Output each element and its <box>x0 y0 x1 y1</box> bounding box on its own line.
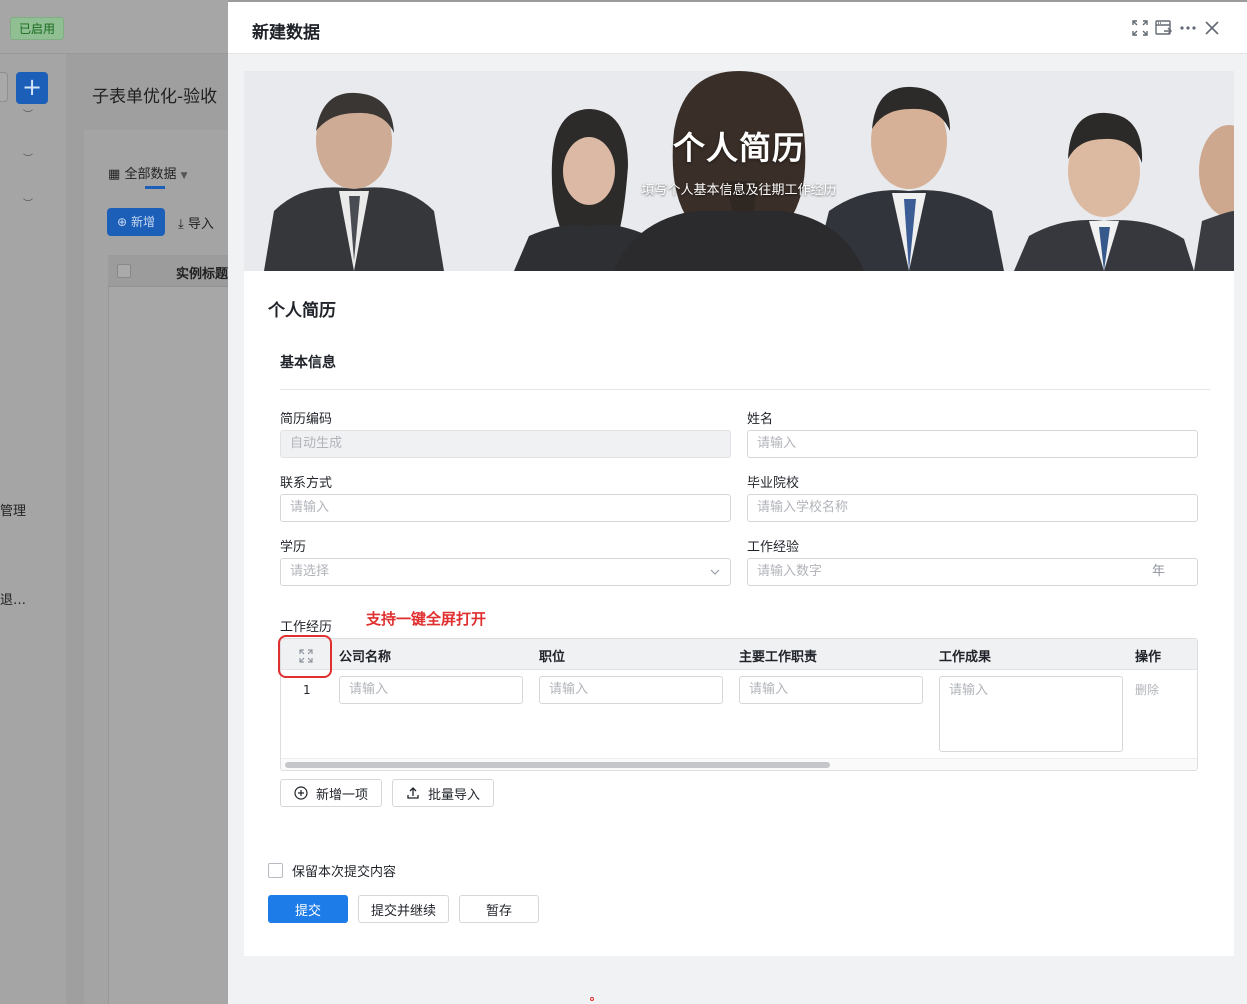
banner-subtitle: 填写个人基本信息及往期工作经历 <box>641 183 837 198</box>
background-table <box>108 255 228 1004</box>
column-header: 操作 <box>1135 650 1162 665</box>
more-icon[interactable] <box>1178 18 1198 38</box>
plus-circle-icon <box>294 786 308 800</box>
background-left-rail <box>0 54 66 1004</box>
name-input[interactable]: 请输入 <box>747 430 1198 458</box>
delete-row-link[interactable]: 删除 <box>1135 681 1159 698</box>
horizontal-scrollbar[interactable] <box>281 758 1197 770</box>
plus-circle-icon: ⊕ <box>117 215 128 229</box>
resume-code-label: 简历编码 <box>280 412 333 427</box>
school-input[interactable]: 请输入学校名称 <box>747 494 1198 522</box>
school-label: 毕业院校 <box>747 476 800 491</box>
banner-title: 个人简历 <box>672 129 805 167</box>
position-input[interactable]: 请输入 <box>539 676 723 704</box>
row-number: 1 <box>303 683 311 697</box>
column-header: 主要工作职责 <box>739 650 818 665</box>
section-title: 基本信息 <box>280 355 336 371</box>
experience-placeholder: 请输入数字 <box>757 564 823 579</box>
keep-content-label: 保留本次提交内容 <box>292 865 397 880</box>
experience-label: 工作经验 <box>747 540 800 555</box>
add-item-label: 新增一项 <box>315 787 368 803</box>
form-title: 个人简历 <box>268 301 336 321</box>
achievements-textarea[interactable]: 请输入 <box>939 676 1123 752</box>
upload-icon <box>407 787 419 799</box>
tab-underline <box>145 186 165 189</box>
new-button: ⊕ 新增 <box>107 208 165 236</box>
side-item-label: 管理 <box>0 504 27 519</box>
submit-continue-button[interactable]: 提交并继续 <box>358 895 449 923</box>
company-name-input[interactable]: 请输入 <box>339 676 523 704</box>
education-placeholder: 请选择 <box>290 564 330 579</box>
eye-closed-icon: ︶ <box>23 110 33 121</box>
new-button-label: 新增 <box>130 215 155 229</box>
contact-input[interactable]: 请输入 <box>280 494 731 522</box>
status-badge: 已启用 <box>10 17 65 40</box>
section-divider <box>280 389 1210 390</box>
education-select[interactable]: 请选择 <box>280 558 731 586</box>
fullscreen-note: 支持一键全屏打开 <box>366 610 487 628</box>
banner-photo <box>244 71 1234 271</box>
tab-all-data: ▦ 全部数据 ▼ <box>108 163 188 182</box>
cursor-marker <box>590 997 594 1001</box>
drawer-header: 新建数据 <box>228 2 1247 54</box>
banner: 个人简历 填写个人基本信息及往期工作经历 <box>244 71 1234 271</box>
eye-closed-icon: ︶ <box>23 199 33 210</box>
new-window-icon[interactable] <box>1154 18 1174 38</box>
work-history-label: 工作经历 <box>280 620 333 635</box>
import-button: ⤓ 导入 <box>178 213 214 232</box>
import-button-label: 导入 <box>187 217 214 232</box>
side-item-label: 退… <box>0 593 27 608</box>
new-data-drawer: 新建数据 个人简历 填写个人基本信息及往期工作经历 个人简历 基本信息 简历编码… <box>228 2 1247 1004</box>
name-label: 姓名 <box>747 412 774 427</box>
experience-unit: 年 <box>1151 564 1165 579</box>
caret-down-icon: ▼ <box>180 171 188 181</box>
close-icon[interactable] <box>1202 18 1222 38</box>
table-header-row: 公司名称 职位 主要工作职责 工作成果 操作 <box>281 639 1197 670</box>
background-app: 已启用 + ︶ ︶ ︶ 管理 退… 子表单优化-验收 ▦ 全部数据 ▼ ⊕ 新增… <box>0 0 228 1004</box>
save-draft-button[interactable]: 暂存 <box>459 895 539 923</box>
grid-icon: ▦ <box>108 167 121 182</box>
work-history-table: 公司名称 职位 主要工作职责 工作成果 操作 1 请输入 请输入 请输入 请输入… <box>280 638 1198 771</box>
page-title: 子表单优化-验收 <box>92 87 218 107</box>
eye-closed-icon: ︶ <box>23 154 33 165</box>
column-header: 职位 <box>539 650 566 665</box>
add-item-button[interactable]: 新增一项 <box>280 779 382 807</box>
column-header: 工作成果 <box>939 650 992 665</box>
drawer-title: 新建数据 <box>252 23 320 43</box>
submit-button[interactable]: 提交 <box>268 895 348 923</box>
background-box <box>0 72 8 102</box>
table-header: 实例标题 <box>176 267 228 282</box>
column-header: 公司名称 <box>339 650 392 665</box>
fullscreen-icon[interactable] <box>1130 18 1150 38</box>
contact-label: 联系方式 <box>280 476 333 491</box>
download-icon: ⤓ <box>178 217 184 232</box>
checkbox <box>117 264 131 278</box>
form-card: 个人简历 填写个人基本信息及往期工作经历 个人简历 基本信息 简历编码 自动生成… <box>244 71 1234 956</box>
tab-label: 全部数据 <box>124 167 177 182</box>
experience-input[interactable]: 请输入数字 年 <box>747 558 1198 586</box>
chevron-down-icon <box>710 569 720 575</box>
batch-import-label: 批量导入 <box>427 787 480 803</box>
add-icon: + <box>16 72 48 104</box>
duties-input[interactable]: 请输入 <box>739 676 923 704</box>
keep-content-checkbox[interactable] <box>268 863 283 878</box>
resume-code-input: 自动生成 <box>280 430 731 458</box>
education-label: 学历 <box>280 540 307 555</box>
expand-icon[interactable] <box>298 648 314 664</box>
batch-import-button[interactable]: 批量导入 <box>392 779 494 807</box>
scrollbar-thumb[interactable] <box>285 762 830 768</box>
